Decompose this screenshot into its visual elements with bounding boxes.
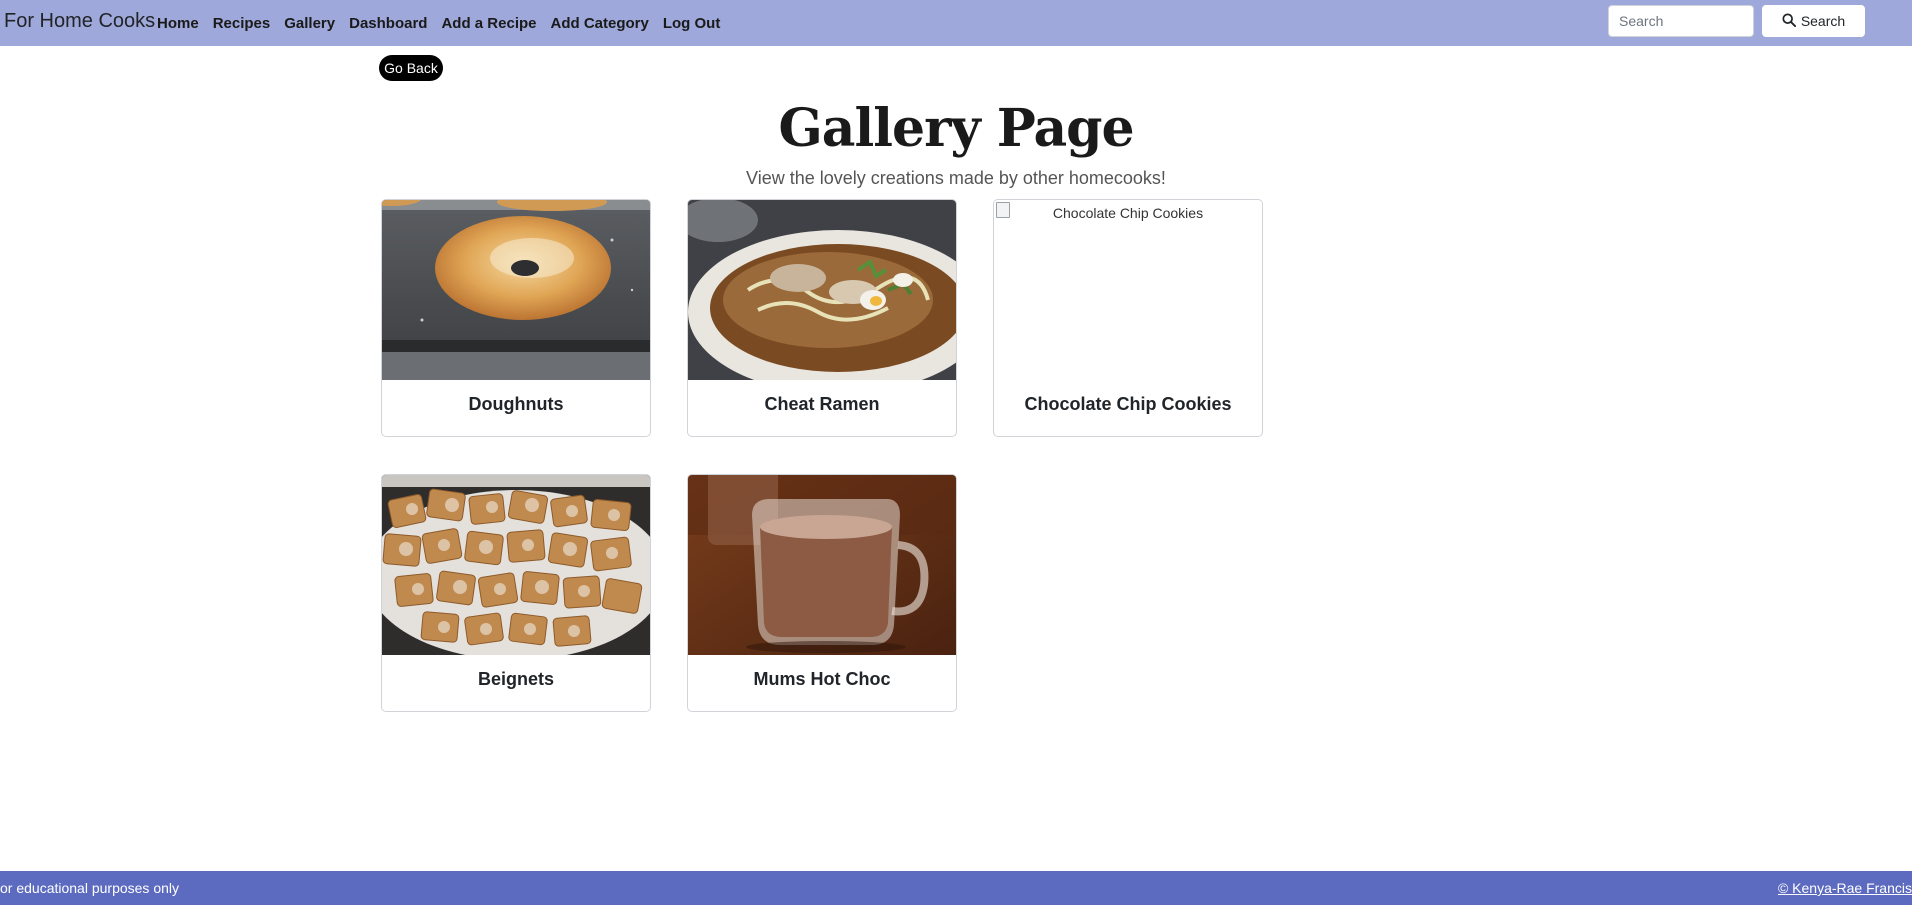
card-title: Chocolate Chip Cookies [1024, 394, 1232, 414]
card-title: Mums Hot Choc [753, 669, 891, 689]
beignets-photo [382, 475, 650, 655]
card-title: Beignets [477, 669, 555, 689]
nav-link-gallery[interactable]: Gallery [277, 15, 342, 32]
top-navbar: For Home Cooks Home Recipes Gallery Dash… [0, 0, 1912, 46]
search-button-label: Search [1800, 13, 1846, 29]
image-alt-text: Chocolate Chip Cookies [1052, 205, 1204, 221]
footer-disclaimer: or educational purposes only [0, 880, 180, 896]
search-icon [1782, 12, 1796, 30]
hot-chocolate-photo [688, 475, 956, 655]
card-title: Doughnuts [468, 394, 564, 414]
nav-link-add-recipe[interactable]: Add a Recipe [434, 15, 543, 32]
nav-link-dashboard[interactable]: Dashboard [342, 15, 434, 32]
gallery-card-doughnuts[interactable]: Doughnuts [381, 199, 651, 437]
broken-image: Chocolate Chip Cookies [994, 200, 1262, 380]
search-button[interactable]: Search [1762, 5, 1865, 37]
search-input[interactable] [1608, 5, 1754, 37]
page-title: Gallery Page [778, 98, 1134, 159]
nav-links: Home Recipes Gallery Dashboard Add a Rec… [150, 0, 727, 46]
page-subtitle: View the lovely creations made by other … [746, 168, 1166, 188]
nav-link-home[interactable]: Home [150, 15, 206, 32]
card-title: Cheat Ramen [764, 394, 880, 414]
nav-link-add-category[interactable]: Add Category [544, 15, 656, 32]
go-back-button[interactable]: Go Back [379, 55, 443, 81]
gallery-card-chocolate-chip-cookies[interactable]: Chocolate Chip Cookies Chocolate Chip Co… [993, 199, 1263, 437]
gallery-card-mums-hot-choc[interactable]: Mums Hot Choc [687, 474, 957, 712]
nav-link-recipes[interactable]: Recipes [206, 15, 278, 32]
brand-link[interactable]: For Home Cooks [4, 10, 155, 33]
doughnut-photo [382, 200, 650, 380]
gallery-card-beignets[interactable]: Beignets [381, 474, 651, 712]
gallery-card-cheat-ramen[interactable]: Cheat Ramen [687, 199, 957, 437]
footer: or educational purposes only © Kenya-Rae… [0, 871, 1912, 905]
footer-copyright-link[interactable]: © Kenya-Rae Francis [1778, 880, 1912, 896]
nav-link-log-out[interactable]: Log Out [656, 15, 727, 32]
ramen-photo [688, 200, 956, 380]
